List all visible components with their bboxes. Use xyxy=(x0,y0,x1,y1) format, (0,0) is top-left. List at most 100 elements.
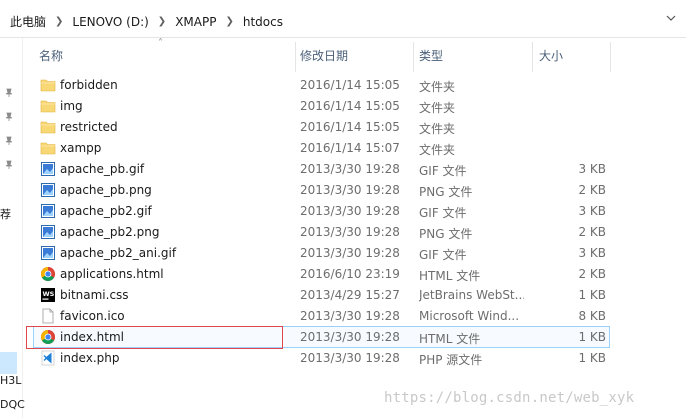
file-name: apache_pb2.gif xyxy=(60,204,152,218)
pin-icon[interactable] xyxy=(4,160,14,170)
file-date: 2013/3/30 19:28 xyxy=(300,309,400,323)
chrome-icon xyxy=(41,267,55,281)
file-row[interactable]: apache_pb2.png 2013/3/30 19:28 PNG 文件 2 … xyxy=(34,222,609,242)
column-header-size[interactable]: 大小 xyxy=(534,46,614,68)
file-size: 2 KB xyxy=(578,183,606,197)
file-date: 2016/1/14 15:05 xyxy=(300,78,400,92)
file-type: 文件夹 xyxy=(419,101,456,115)
pin-icon[interactable] xyxy=(4,112,14,122)
file-type: PNG 文件 xyxy=(419,227,473,241)
file-type: JetBrains WebSt... xyxy=(419,288,524,302)
file-date: 2013/3/30 19:28 xyxy=(300,246,400,260)
column-divider[interactable] xyxy=(532,42,533,72)
pin-icon[interactable] xyxy=(4,88,14,98)
highlight-annotation xyxy=(26,326,283,349)
file-name: xampp xyxy=(60,141,102,155)
file-name: apache_pb2.png xyxy=(60,225,160,239)
file-date: 2016/1/14 15:07 xyxy=(300,141,400,155)
file-type: GIF 文件 xyxy=(419,248,467,262)
file-type: PNG 文件 xyxy=(419,185,473,199)
breadcrumb-this-pc[interactable]: 此电脑 xyxy=(10,13,46,30)
file-type: PHP 源文件 xyxy=(419,353,483,367)
ico-file-icon xyxy=(42,308,54,324)
file-size: 2 KB xyxy=(578,267,606,281)
file-date: 2013/3/30 19:28 xyxy=(300,183,400,197)
column-divider[interactable] xyxy=(610,42,611,72)
file-row[interactable]: apache_pb2.gif 2013/3/30 19:28 GIF 文件 3 … xyxy=(34,201,609,221)
file-row[interactable]: apache_pb.gif 2013/3/30 19:28 GIF 文件 3 K… xyxy=(34,159,609,179)
file-date: 2013/3/30 19:28 xyxy=(300,204,400,218)
file-date: 2013/3/30 19:28 xyxy=(300,162,400,176)
file-name: apache_pb.gif xyxy=(60,162,145,176)
file-date: 2013/4/29 15:27 xyxy=(300,288,400,302)
file-size: 8 KB xyxy=(578,309,606,323)
file-date: 2016/1/14 15:05 xyxy=(300,120,400,134)
folder-icon xyxy=(40,121,56,134)
image-file-icon xyxy=(41,246,55,260)
nav-item-label[interactable]: DQC xyxy=(0,398,25,411)
breadcrumb-htdocs[interactable]: htdocs xyxy=(243,15,283,29)
file-name: img xyxy=(60,99,83,113)
vscode-icon xyxy=(41,350,55,366)
file-size: 1 KB xyxy=(578,351,606,365)
svg-text:WS: WS xyxy=(43,290,55,298)
folder-icon xyxy=(40,100,56,113)
file-type: HTML 文件 xyxy=(419,332,481,346)
image-file-icon xyxy=(41,225,55,239)
file-name: forbidden xyxy=(60,78,118,92)
file-row[interactable]: applications.html 2016/6/10 23:19 HTML 文… xyxy=(34,264,609,284)
file-name: index.php xyxy=(60,351,120,365)
address-bar[interactable]: 此电脑 ❯ LENOVO (D:) ❯ XMAPP ❯ htdocs xyxy=(0,0,686,38)
navigation-pane: 荐 H3L DQC xyxy=(0,38,25,418)
folder-icon xyxy=(40,79,56,92)
chevron-right-icon[interactable]: ❯ xyxy=(158,16,166,27)
file-type: 文件夹 xyxy=(419,122,456,136)
file-date: 2013/3/30 19:28 xyxy=(300,225,400,239)
column-header-date[interactable]: 修改日期 xyxy=(295,46,413,68)
file-type: HTML 文件 xyxy=(419,269,481,283)
file-name: favicon.ico xyxy=(60,309,125,323)
file-row[interactable]: restricted 2016/1/14 15:05 文件夹 xyxy=(34,117,609,137)
file-row[interactable]: index.php 2013/3/30 19:28 PHP 源文件 1 KB xyxy=(34,348,609,368)
image-file-icon xyxy=(41,204,55,218)
file-type: Microsoft Wind... xyxy=(419,309,520,323)
file-size: 1 KB xyxy=(578,288,606,302)
file-row[interactable]: apache_pb.png 2013/3/30 19:28 PNG 文件 2 K… xyxy=(34,180,609,200)
file-type: GIF 文件 xyxy=(419,206,467,220)
file-row[interactable]: favicon.ico 2013/3/30 19:28 Microsoft Wi… xyxy=(34,306,609,326)
file-date: 2013/3/30 19:28 xyxy=(300,330,400,344)
file-date: 2016/6/10 23:19 xyxy=(300,267,400,281)
file-size: 2 KB xyxy=(578,225,606,239)
file-name: applications.html xyxy=(60,267,164,281)
pin-icon[interactable] xyxy=(4,136,14,146)
nav-item-selected[interactable] xyxy=(0,352,17,374)
file-name: restricted xyxy=(60,120,118,134)
image-file-icon xyxy=(41,183,55,197)
file-size: 3 KB xyxy=(578,162,606,176)
nav-item-label[interactable]: 荐 xyxy=(0,206,11,222)
column-header-type[interactable]: 类型 xyxy=(414,46,532,68)
breadcrumb: 此电脑 ❯ LENOVO (D:) ❯ XMAPP ❯ htdocs xyxy=(10,13,283,30)
file-date: 2013/3/30 19:28 xyxy=(300,351,400,365)
file-type: GIF 文件 xyxy=(419,164,467,178)
folder-icon xyxy=(40,142,56,155)
file-row[interactable]: apache_pb2_ani.gif 2013/3/30 19:28 GIF 文… xyxy=(34,243,609,263)
file-type: 文件夹 xyxy=(419,80,456,94)
watermark: https://blog.csdn.net/web_xyk xyxy=(384,390,635,406)
file-row[interactable]: WS bitnami.css 2013/4/29 15:27 JetBrains… xyxy=(34,285,609,305)
breadcrumb-drive[interactable]: LENOVO (D:) xyxy=(72,15,148,29)
webstorm-icon: WS xyxy=(41,288,55,302)
file-type: 文件夹 xyxy=(419,143,456,157)
breadcrumb-xmapp[interactable]: XMAPP xyxy=(175,15,216,29)
chevron-right-icon[interactable]: ❯ xyxy=(55,16,63,27)
file-row[interactable]: img 2016/1/14 15:05 文件夹 xyxy=(34,96,609,116)
nav-item-label[interactable]: H3L xyxy=(0,374,21,387)
chevron-right-icon[interactable]: ❯ xyxy=(225,16,233,27)
chevron-down-icon[interactable] xyxy=(666,13,676,23)
file-name: apache_pb.png xyxy=(60,183,152,197)
file-size: 1 KB xyxy=(578,330,606,344)
file-date: 2016/1/14 15:05 xyxy=(300,99,400,113)
file-row[interactable]: forbidden 2016/1/14 15:05 文件夹 xyxy=(34,75,609,95)
file-row[interactable]: xampp 2016/1/14 15:07 文件夹 xyxy=(34,138,609,158)
column-header-name[interactable]: 名称 xyxy=(34,46,296,68)
